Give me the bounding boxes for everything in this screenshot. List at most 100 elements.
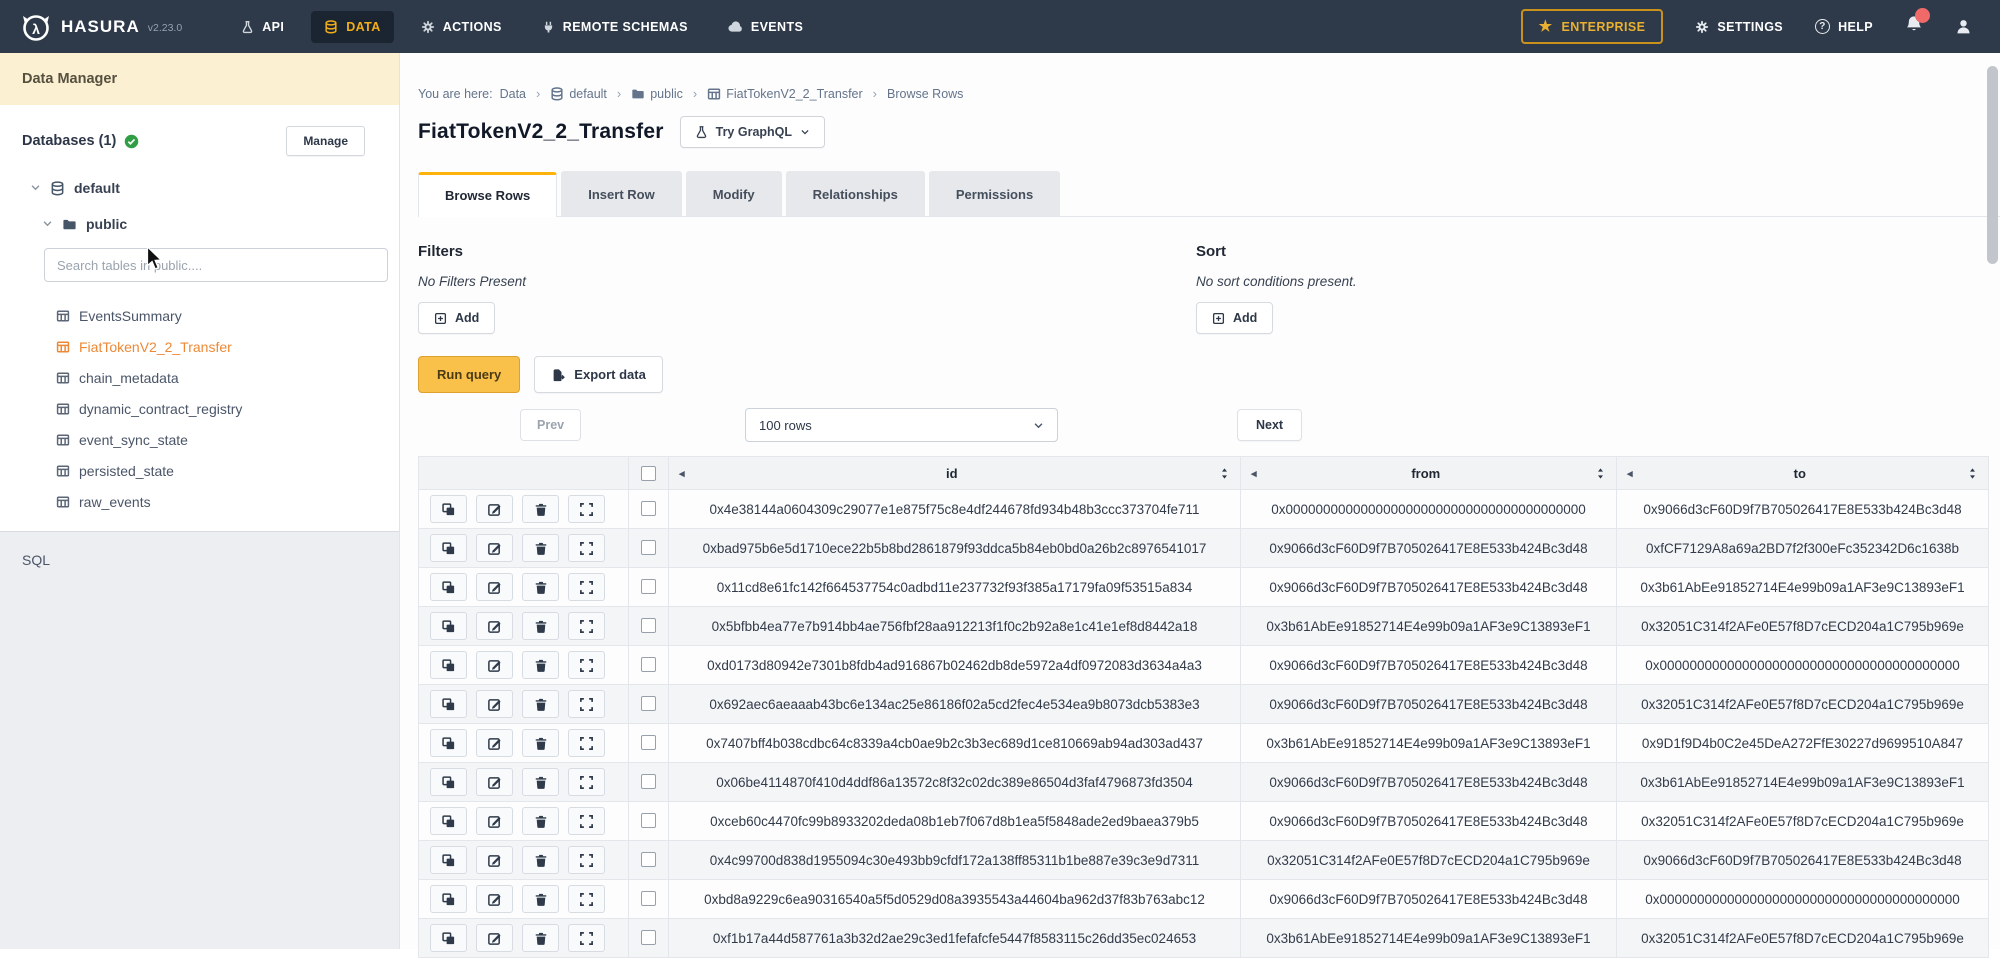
row-checkbox[interactable] (641, 813, 656, 828)
rows-per-page-select[interactable]: 100 rows (745, 408, 1058, 442)
settings-button[interactable]: SETTINGS (1695, 20, 1783, 34)
export-data-button[interactable]: Export data (534, 356, 663, 393)
manage-button[interactable]: Manage (286, 126, 365, 156)
tab-relationships[interactable]: Relationships (786, 171, 925, 216)
breadcrumb-item[interactable]: Browse Rows (887, 87, 963, 101)
clone-row-button[interactable] (430, 846, 467, 874)
delete-row-button[interactable] (522, 768, 559, 796)
expand-row-button[interactable] (568, 846, 605, 874)
tab-permissions[interactable]: Permissions (929, 171, 1060, 216)
next-page-button[interactable]: Next (1237, 409, 1302, 441)
clone-row-button[interactable] (430, 612, 467, 640)
delete-row-button[interactable] (522, 612, 559, 640)
delete-row-button[interactable] (522, 573, 559, 601)
row-checkbox[interactable] (641, 696, 656, 711)
user-icon[interactable] (1955, 18, 1972, 35)
tree-node-default[interactable]: default (30, 180, 399, 196)
clone-row-button[interactable] (430, 495, 467, 523)
clone-row-button[interactable] (430, 924, 467, 952)
breadcrumb-item[interactable]: FiatTokenV2_2_Transfer (707, 87, 862, 101)
row-checkbox[interactable] (641, 540, 656, 555)
expand-row-button[interactable] (568, 495, 605, 523)
row-checkbox[interactable] (641, 774, 656, 789)
expand-row-button[interactable] (568, 729, 605, 757)
nav-item-data[interactable]: DATA (311, 11, 393, 43)
nav-item-remote-schemas[interactable]: REMOTE SCHEMAS (529, 11, 701, 43)
delete-row-button[interactable] (522, 690, 559, 718)
clone-row-button[interactable] (430, 885, 467, 913)
sidebar-table-item[interactable]: raw_events (0, 486, 399, 517)
breadcrumb-item[interactable]: public (631, 87, 683, 101)
edit-row-button[interactable] (476, 573, 513, 601)
delete-row-button[interactable] (522, 651, 559, 679)
row-checkbox[interactable] (641, 657, 656, 672)
notifications-button[interactable] (1905, 15, 1923, 38)
sidebar-table-item[interactable]: event_sync_state (0, 424, 399, 455)
nav-item-api[interactable]: API (228, 11, 297, 43)
expand-row-button[interactable] (568, 768, 605, 796)
sidebar-table-item[interactable]: chain_metadata (0, 362, 399, 393)
nav-item-events[interactable]: EVENTS (715, 11, 816, 43)
delete-row-button[interactable] (522, 924, 559, 952)
clone-row-button[interactable] (430, 534, 467, 562)
expand-row-button[interactable] (568, 807, 605, 835)
row-checkbox[interactable] (641, 852, 656, 867)
row-checkbox[interactable] (641, 735, 656, 750)
search-input[interactable] (44, 248, 388, 282)
row-checkbox[interactable] (641, 930, 656, 945)
edit-row-button[interactable] (476, 534, 513, 562)
breadcrumb-item[interactable]: Data (500, 87, 526, 101)
enterprise-button[interactable]: ★ ENTERPRISE (1521, 9, 1664, 44)
vertical-scrollbar-thumb[interactable] (1987, 66, 1998, 264)
hasura-brand[interactable]: λ HASURA v2.23.0 (0, 11, 182, 43)
tab-browse-rows[interactable]: Browse Rows (418, 172, 557, 217)
delete-row-button[interactable] (522, 807, 559, 835)
row-checkbox[interactable] (641, 891, 656, 906)
edit-row-button[interactable] (476, 495, 513, 523)
column-header-from[interactable]: ◂from (1241, 457, 1617, 490)
delete-row-button[interactable] (522, 495, 559, 523)
expand-row-button[interactable] (568, 924, 605, 952)
edit-row-button[interactable] (476, 729, 513, 757)
edit-row-button[interactable] (476, 612, 513, 640)
sidebar-table-item[interactable]: dynamic_contract_registry (0, 393, 399, 424)
clone-row-button[interactable] (430, 807, 467, 835)
expand-row-button[interactable] (568, 885, 605, 913)
row-checkbox[interactable] (641, 501, 656, 516)
add-sort-button[interactable]: Add (1196, 302, 1273, 334)
row-checkbox[interactable] (641, 618, 656, 633)
edit-row-button[interactable] (476, 768, 513, 796)
delete-row-button[interactable] (522, 846, 559, 874)
sql-link[interactable]: SQL (0, 532, 399, 568)
prev-page-button[interactable]: Prev (520, 409, 581, 441)
edit-row-button[interactable] (476, 885, 513, 913)
sidebar-table-item[interactable]: FiatTokenV2_2_Transfer (0, 331, 399, 362)
add-filter-button[interactable]: Add (418, 302, 495, 334)
chevron-down-icon[interactable] (42, 216, 53, 232)
clone-row-button[interactable] (430, 573, 467, 601)
expand-row-button[interactable] (568, 612, 605, 640)
expand-row-button[interactable] (568, 690, 605, 718)
tab-insert-row[interactable]: Insert Row (561, 171, 681, 216)
sidebar-table-item[interactable]: EventsSummary (0, 300, 399, 331)
delete-row-button[interactable] (522, 534, 559, 562)
delete-row-button[interactable] (522, 885, 559, 913)
edit-row-button[interactable] (476, 846, 513, 874)
clone-row-button[interactable] (430, 729, 467, 757)
try-graphql-button[interactable]: Try GraphQL (680, 116, 825, 148)
clone-row-button[interactable] (430, 690, 467, 718)
tree-node-public[interactable]: public (42, 216, 399, 232)
select-all-checkbox[interactable] (641, 466, 656, 481)
row-checkbox[interactable] (641, 579, 656, 594)
chevron-down-icon[interactable] (30, 180, 41, 196)
expand-row-button[interactable] (568, 651, 605, 679)
clone-row-button[interactable] (430, 768, 467, 796)
tab-modify[interactable]: Modify (686, 171, 782, 216)
help-button[interactable]: ? HELP (1815, 19, 1873, 34)
edit-row-button[interactable] (476, 924, 513, 952)
clone-row-button[interactable] (430, 651, 467, 679)
edit-row-button[interactable] (476, 690, 513, 718)
breadcrumb-item[interactable]: default (550, 87, 607, 101)
delete-row-button[interactable] (522, 729, 559, 757)
expand-row-button[interactable] (568, 534, 605, 562)
